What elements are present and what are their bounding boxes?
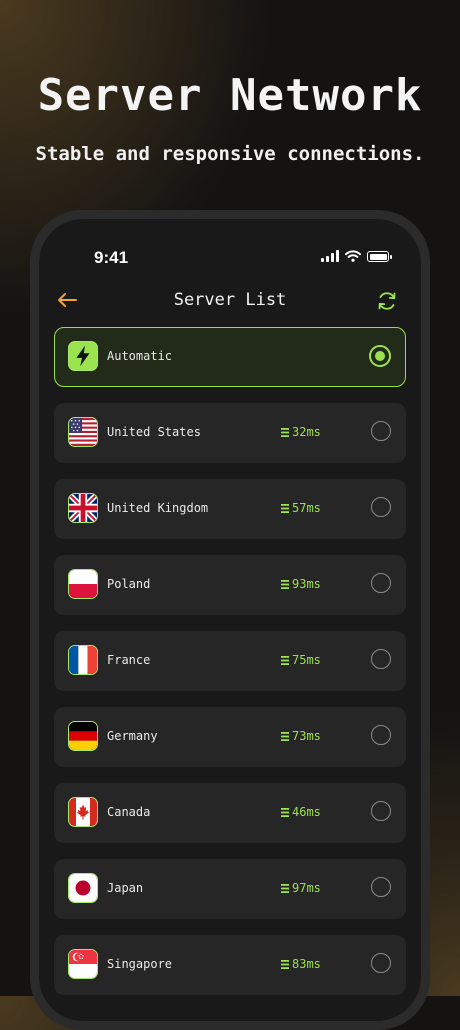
ping-latency: 46ms <box>281 805 321 819</box>
ping-bars-icon <box>281 427 289 437</box>
server-name: Poland <box>107 577 151 591</box>
server-name: Singapore <box>107 957 173 971</box>
us-flag-icon <box>68 417 98 447</box>
ping-latency: 57ms <box>281 501 321 515</box>
ping-latency: 73ms <box>281 729 321 743</box>
wifi-icon <box>345 250 361 262</box>
cellular-signal-icon <box>321 250 339 262</box>
ping-bars-icon <box>281 731 289 741</box>
ping-value: 73ms <box>292 729 321 743</box>
server-name: France <box>107 653 151 667</box>
ping-bars-icon <box>281 807 289 817</box>
ping-bars-icon <box>281 883 289 893</box>
server-row-united-states[interactable]: United States 32ms <box>54 403 406 463</box>
radio-unselected[interactable] <box>371 953 391 973</box>
ping-latency: 32ms <box>281 425 321 439</box>
server-row-france[interactable]: France 75ms <box>54 631 406 691</box>
ping-value: 32ms <box>292 425 321 439</box>
ping-value: 57ms <box>292 501 321 515</box>
server-name: Canada <box>107 805 151 819</box>
phone-frame: 9:41 Server List Automatic United States… <box>30 210 430 1030</box>
ping-bars-icon <box>281 579 289 589</box>
server-name: United States <box>107 425 201 439</box>
canada-flag-icon <box>68 797 98 827</box>
ping-latency: 93ms <box>281 577 321 591</box>
status-time: 9:41 <box>94 248 129 267</box>
server-list: Automatic United States 32ms United King… <box>54 327 406 1011</box>
lightning-icon <box>68 341 98 371</box>
poland-flag-icon <box>68 569 98 599</box>
server-row-germany[interactable]: Germany 73ms <box>54 707 406 767</box>
france-flag-icon <box>68 645 98 675</box>
server-row-united-kingdom[interactable]: United Kingdom 57ms <box>54 479 406 539</box>
server-row-canada[interactable]: Canada 46ms <box>54 783 406 843</box>
server-row-poland[interactable]: Poland 93ms <box>54 555 406 615</box>
japan-flag-icon <box>68 873 98 903</box>
ping-value: 97ms <box>292 881 321 895</box>
ping-value: 93ms <box>292 577 321 591</box>
ping-bars-icon <box>281 655 289 665</box>
radio-unselected[interactable] <box>371 801 391 821</box>
ping-latency: 83ms <box>281 957 321 971</box>
server-name: United Kingdom <box>107 501 209 515</box>
server-name: Automatic <box>107 349 173 363</box>
uk-flag-icon <box>68 493 98 523</box>
radio-unselected[interactable] <box>371 421 391 441</box>
hero-subtitle: Stable and responsive connections. <box>35 143 425 165</box>
phone-screen: 9:41 Server List Automatic United States… <box>39 219 421 1021</box>
refresh-icon[interactable] <box>376 290 398 312</box>
ping-latency: 97ms <box>281 881 321 895</box>
ping-latency: 75ms <box>281 653 321 667</box>
hero-title: Server Network <box>37 70 423 121</box>
server-name: Germany <box>107 729 158 743</box>
ping-value: 83ms <box>292 957 321 971</box>
singapore-flag-icon <box>68 949 98 979</box>
server-name: Japan <box>107 881 144 895</box>
battery-icon <box>367 251 392 262</box>
server-row-automatic[interactable]: Automatic <box>54 327 406 387</box>
radio-unselected[interactable] <box>371 725 391 745</box>
ping-value: 75ms <box>292 653 321 667</box>
ping-value: 46ms <box>292 805 321 819</box>
radio-unselected[interactable] <box>371 649 391 669</box>
ping-bars-icon <box>281 503 289 513</box>
status-icons <box>321 250 392 262</box>
radio-selected[interactable] <box>369 345 391 367</box>
germany-flag-icon <box>68 721 98 751</box>
radio-unselected[interactable] <box>371 573 391 593</box>
radio-unselected[interactable] <box>371 877 391 897</box>
ping-bars-icon <box>281 959 289 969</box>
radio-unselected[interactable] <box>371 497 391 517</box>
server-row-singapore[interactable]: Singapore 83ms <box>54 935 406 995</box>
server-row-japan[interactable]: Japan 97ms <box>54 859 406 919</box>
page-title: Server List <box>173 290 287 310</box>
